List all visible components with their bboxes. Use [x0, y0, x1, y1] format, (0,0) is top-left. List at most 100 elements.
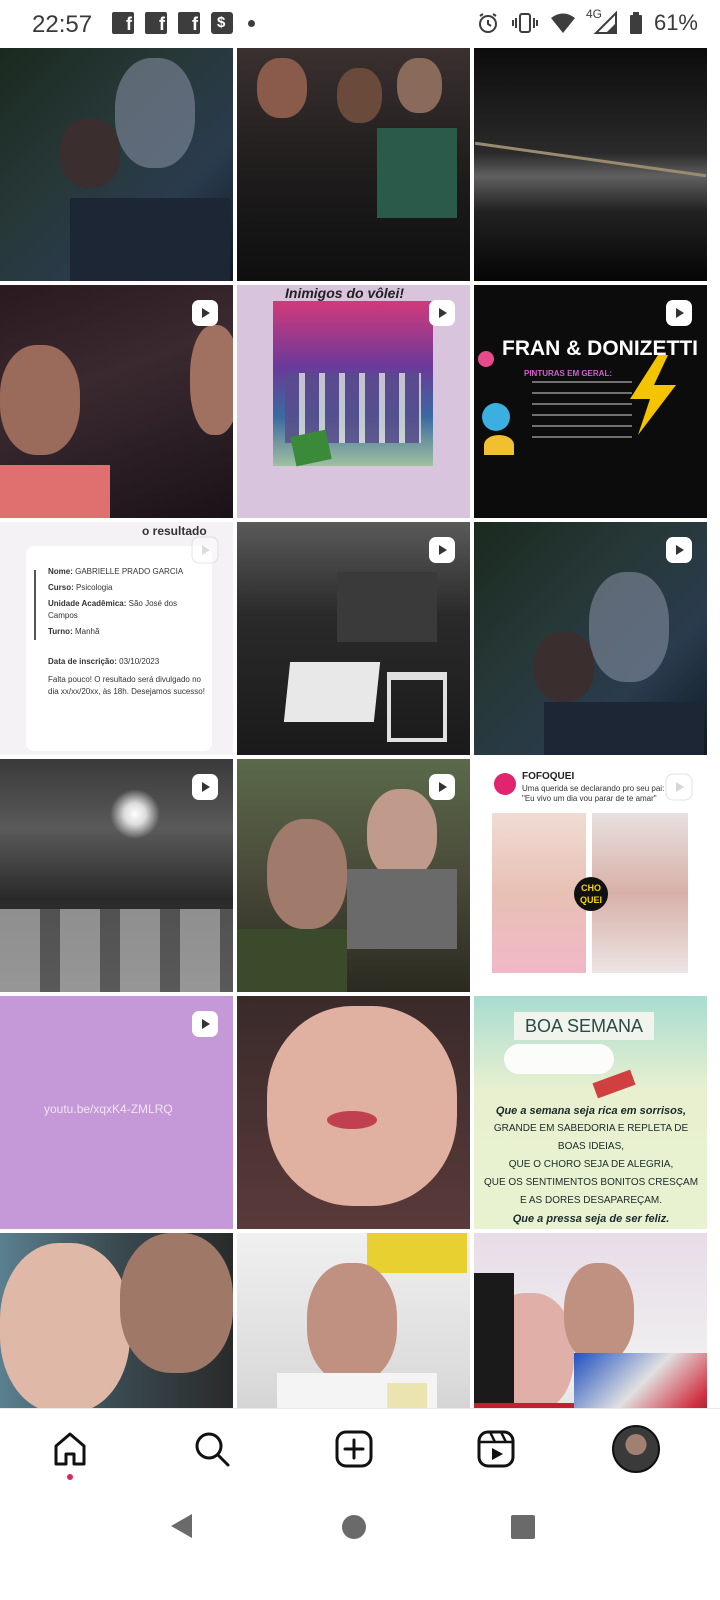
battery-icon — [629, 12, 642, 34]
reels-icon — [429, 537, 455, 563]
back-button[interactable] — [168, 1512, 194, 1540]
reels-icon — [429, 774, 455, 800]
signal-icon: 4G — [586, 7, 618, 35]
account-avatar — [494, 773, 516, 795]
message-line: GRANDE EM SABEDORIA E REPLETA DE BOAS ID… — [493, 1123, 689, 1152]
post-tile[interactable] — [237, 996, 470, 1229]
person-body — [70, 198, 230, 281]
choquei-badge: CHO QUEI — [574, 877, 608, 911]
post-tile[interactable] — [0, 285, 233, 518]
person-face — [267, 819, 347, 929]
tables-chairs — [0, 909, 233, 992]
notification-icons: f f f — [112, 12, 255, 34]
battery-percentage: 61% — [653, 10, 698, 35]
message-line: QUE O CHORO SEJA DE ALEGRIA, — [508, 1159, 674, 1170]
reels-icon — [477, 1430, 515, 1468]
shopping-bag-icon — [211, 12, 233, 34]
post-caption: Uma querida se declarando pro seu pai: "… — [522, 784, 665, 803]
post-tile[interactable]: Inimigos do vôlei! — [237, 285, 470, 518]
person-face — [397, 58, 442, 113]
person-face — [120, 1233, 233, 1373]
person-lips — [327, 1111, 377, 1129]
person-face — [0, 1243, 130, 1413]
person-face — [307, 1263, 397, 1383]
reels-icon — [666, 300, 692, 326]
person-face — [257, 58, 307, 118]
decorative-circle — [478, 351, 494, 367]
person-face — [267, 1006, 457, 1206]
recents-button[interactable] — [510, 1514, 536, 1540]
account-name: FOFOQUEI — [522, 771, 575, 782]
road-line — [474, 141, 707, 178]
post-title: Inimigos do vôlei! — [285, 285, 405, 301]
post-tile[interactable]: FOFOQUEI Uma querida se declarando pro s… — [474, 759, 707, 992]
banner-title: BOA SEMANA — [514, 1012, 654, 1040]
message-line: Que a pressa seja de ser feliz. — [512, 1213, 670, 1225]
person-face — [115, 58, 195, 168]
notification-dot-icon — [248, 19, 255, 27]
person-body — [544, 702, 704, 755]
facebook-icon: f — [145, 12, 167, 34]
person-face — [367, 789, 437, 879]
vibrate-icon — [511, 13, 538, 33]
service-list — [532, 381, 632, 441]
light — [110, 789, 160, 839]
post-tile[interactable] — [237, 522, 470, 755]
system-status-icons: 4G 61% — [476, 7, 698, 36]
person-face — [534, 632, 594, 702]
post-tile[interactable] — [0, 48, 233, 281]
profile-avatar — [612, 1425, 660, 1473]
create-tab[interactable] — [330, 1425, 378, 1473]
post-tile[interactable]: o resultado Nome: GABRIELLE PRADO GARCIA… — [0, 522, 233, 755]
lightning-icon — [630, 355, 676, 435]
facebook-icon: f — [178, 12, 200, 34]
search-tab[interactable] — [188, 1425, 236, 1473]
home-tab[interactable] — [46, 1425, 94, 1473]
post-tile[interactable]: FRAN & DONIZETTI PINTURAS EM GERAL: — [474, 285, 707, 518]
profile-tab[interactable] — [612, 1425, 660, 1473]
alarm-icon — [478, 13, 497, 33]
reels-icon — [429, 300, 455, 326]
post-tile[interactable] — [237, 759, 470, 992]
cloud — [504, 1044, 614, 1074]
decorative-circle — [484, 435, 514, 455]
youtube-link: youtu.be/xqxK4-ZMLRQ — [44, 1102, 173, 1116]
home-button[interactable] — [341, 1514, 367, 1540]
person-shirt — [0, 465, 110, 518]
reels-icon — [192, 300, 218, 326]
table — [283, 662, 381, 722]
field-course: Curso: Psicologia — [48, 583, 113, 592]
field-unit: Unidade Acadêmica: São José dos Campos — [48, 599, 178, 620]
timeline-line — [34, 570, 36, 640]
message-line: Que a semana seja rica em sorrisos, — [495, 1105, 687, 1117]
post-tile[interactable]: youtu.be/xqxK4-ZMLRQ — [0, 996, 233, 1229]
person-face — [337, 68, 382, 123]
registration-card: Nome: GABRIELLE PRADO GARCIA Curso: Psic… — [26, 546, 212, 751]
person-face — [589, 572, 669, 682]
post-tile[interactable] — [474, 48, 707, 281]
home-icon — [54, 1432, 86, 1466]
team-members — [285, 373, 421, 443]
business-subtitle: PINTURAS EM GERAL: — [524, 369, 612, 378]
post-tile[interactable]: BOA SEMANA Que a semana seja rica em sor… — [474, 996, 707, 1229]
reels-tab[interactable] — [472, 1425, 520, 1473]
people-background — [337, 572, 437, 642]
post-tile[interactable] — [237, 48, 470, 281]
person-face — [60, 118, 120, 188]
reels-icon — [192, 1011, 218, 1037]
status-time: 22:57 — [32, 11, 93, 38]
message-line: QUE OS SENTIMENTOS BONITOS CRESÇAM — [483, 1177, 699, 1188]
search-icon — [195, 1432, 230, 1467]
person-shirt — [347, 869, 457, 949]
reels-icon — [665, 773, 693, 801]
post-tile[interactable] — [0, 759, 233, 992]
person-face — [0, 345, 80, 455]
create-post-icon — [335, 1430, 373, 1468]
child-photo — [492, 813, 586, 973]
person-body — [377, 128, 457, 218]
field-date: Data de inscrição: 03/10/2023 — [48, 657, 160, 666]
post-tile[interactable] — [474, 522, 707, 755]
result-note: Falta pouco! O resultado será divulgado … — [48, 675, 205, 696]
balloons — [367, 1233, 467, 1273]
banner-message: Que a semana seja rica em sorrisos, GRAN… — [480, 1102, 702, 1228]
